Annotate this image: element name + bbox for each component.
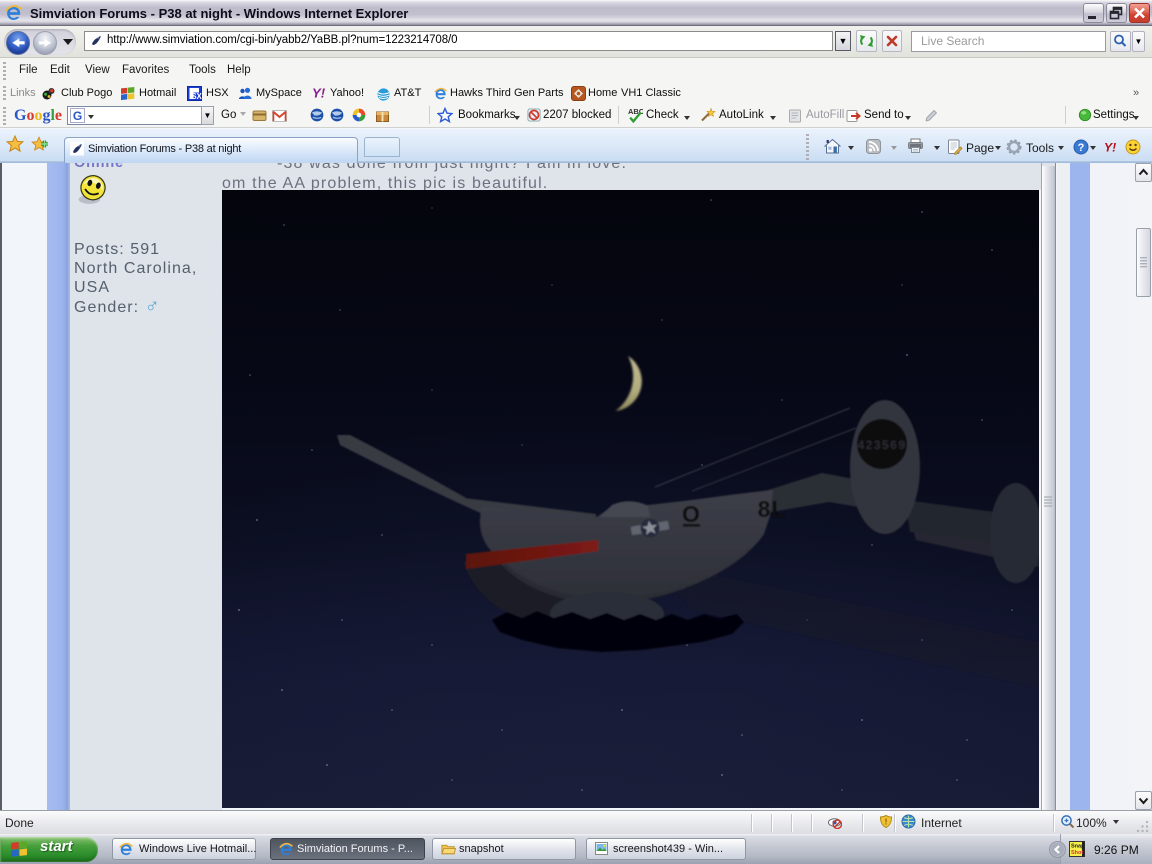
svg-text:8L: 8L	[758, 496, 787, 522]
svg-text:423569: 423569	[857, 438, 906, 452]
svg-text:O: O	[682, 501, 700, 527]
